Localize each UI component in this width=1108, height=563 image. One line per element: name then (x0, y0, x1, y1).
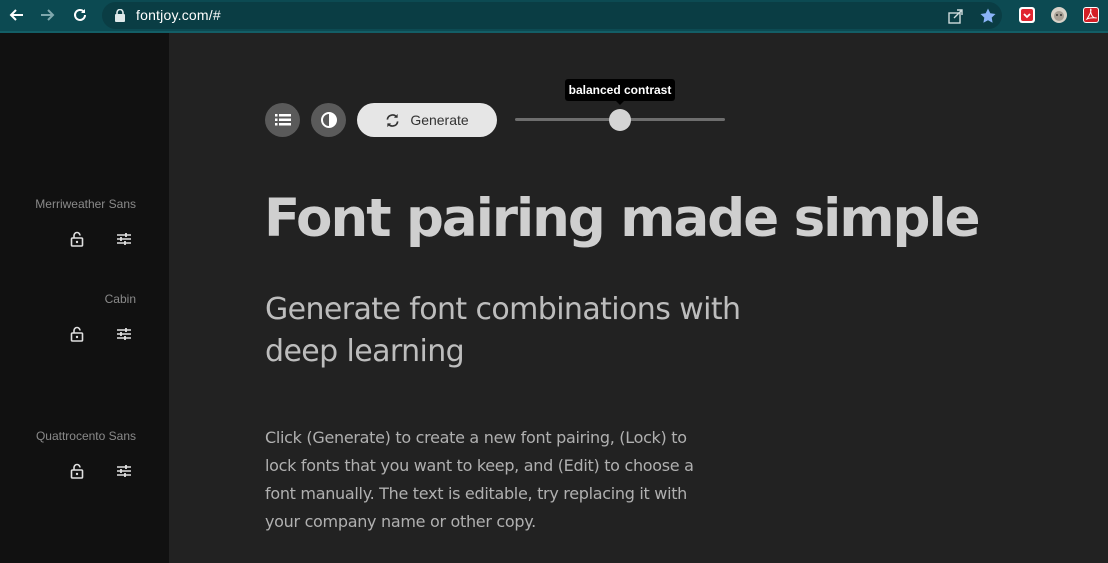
font-name: Cabin (104, 292, 136, 306)
address-bar[interactable]: fontjoy.com/# (102, 2, 1002, 29)
lock-icon (115, 9, 125, 22)
lock-icon[interactable] (69, 326, 85, 342)
generate-label: Generate (410, 112, 469, 128)
edit-sliders-icon[interactable] (116, 231, 132, 247)
url-text: fontjoy.com/# (136, 7, 221, 23)
page-subhead[interactable]: Generate font combinations with deep lea… (265, 289, 785, 373)
list-icon (274, 114, 291, 126)
contrast-tooltip: balanced contrast (565, 79, 675, 101)
page-headline[interactable]: Font pairing made simple (264, 189, 981, 248)
pocket-extension-icon[interactable] (1019, 7, 1035, 23)
page-body-text[interactable]: Click (Generate) to create a new font pa… (265, 424, 705, 536)
back-arrow-icon[interactable] (5, 4, 27, 26)
profile-extension-icon[interactable] (1051, 7, 1067, 23)
font-sidebar: Merriweather Sans Cabin Quattrocento San… (0, 33, 169, 563)
contrast-slider-thumb[interactable] (609, 109, 631, 131)
lock-icon[interactable] (69, 463, 85, 479)
reload-icon[interactable] (69, 4, 91, 26)
forward-arrow-icon[interactable] (37, 4, 59, 26)
generate-button[interactable]: Generate (357, 103, 497, 137)
contrast-toggle-button[interactable] (311, 103, 346, 137)
edit-sliders-icon[interactable] (116, 326, 132, 342)
browser-toolbar: fontjoy.com/# (0, 0, 1108, 31)
share-icon[interactable] (947, 7, 965, 25)
font-name: Merriweather Sans (35, 197, 136, 211)
pdf-extension-icon[interactable] (1083, 7, 1099, 23)
edit-sliders-icon[interactable] (116, 463, 132, 479)
contrast-icon (320, 112, 337, 128)
tooltip-arrow (615, 100, 625, 105)
font-name: Quattrocento Sans (35, 429, 136, 443)
lock-icon[interactable] (69, 231, 85, 247)
bookmark-star-icon[interactable] (979, 7, 997, 25)
sync-icon (386, 113, 399, 127)
list-view-button[interactable] (265, 103, 300, 137)
